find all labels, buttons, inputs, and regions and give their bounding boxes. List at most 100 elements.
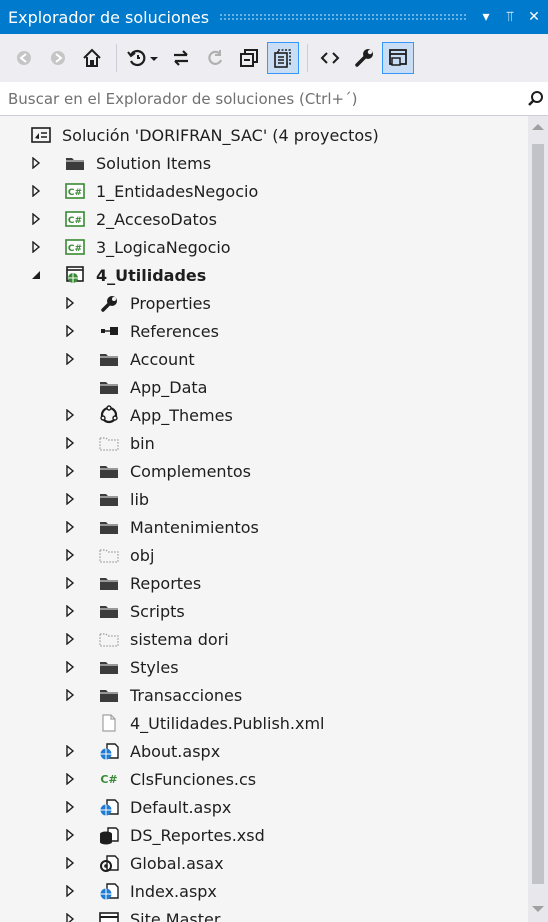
tree-item-app-data[interactable]: App_Data [62, 374, 207, 400]
back-icon [17, 51, 31, 65]
svg-text:C#: C# [68, 244, 82, 254]
tree-item-label: Reportes [130, 573, 202, 593]
tree-item-mantenimientos[interactable]: Mantenimientos [62, 514, 259, 540]
history-button[interactable] [123, 42, 163, 74]
tree-item-references[interactable]: References [62, 318, 219, 344]
tree-item-account[interactable]: Account [62, 346, 195, 372]
search-input[interactable]: Buscar en el Explorador de soluciones (C… [8, 90, 524, 108]
collapse-all-button[interactable] [233, 42, 265, 74]
tree-item-bin[interactable]: bin [62, 430, 155, 456]
tree-item-styles[interactable]: Styles [62, 654, 179, 680]
expand-arrow-icon[interactable] [62, 491, 78, 507]
expand-arrow-icon[interactable] [62, 631, 78, 647]
scrollbar-thumb[interactable] [532, 144, 544, 884]
tree-item-scripts[interactable]: Scripts [62, 598, 185, 624]
properties-button[interactable] [348, 42, 380, 74]
tree-item-solution[interactable]: Solución 'DORIFRAN_SAC' (4 proyectos) [30, 122, 379, 148]
refresh-icon [208, 50, 223, 65]
folder-icon [98, 685, 120, 705]
expand-arrow-icon[interactable] [62, 799, 78, 815]
tree-item-project-3[interactable]: C# 3_LogicaNegocio [28, 234, 231, 260]
search-bar[interactable]: Buscar en el Explorador de soluciones (C… [0, 82, 548, 116]
expand-arrow-icon[interactable] [62, 547, 78, 563]
expand-arrow-icon[interactable] [62, 575, 78, 591]
forward-icon [51, 51, 65, 65]
tree-item-project-1[interactable]: C# 1_EntidadesNegocio [28, 178, 258, 204]
back-button[interactable] [8, 42, 40, 74]
expand-arrow-icon[interactable] [62, 519, 78, 535]
tree-item-label: Solution Items [96, 153, 212, 173]
expand-arrow-icon[interactable] [62, 855, 78, 871]
tree-item-label: ClsFunciones.cs [130, 769, 257, 789]
panel-title: Explorador de soluciones [8, 7, 210, 27]
vertical-scrollbar[interactable] [528, 116, 548, 922]
tree-item-properties[interactable]: Properties [62, 290, 211, 316]
scroll-down-icon[interactable] [532, 906, 544, 912]
home-button[interactable] [76, 42, 108, 74]
tree-item-label: App_Data [130, 377, 208, 397]
tree-item-label: DS_Reportes.xsd [130, 825, 265, 845]
tree-item-global-asax[interactable]: Global.asax [62, 850, 224, 876]
svg-text:C#: C# [100, 773, 117, 786]
master-icon [98, 909, 120, 922]
tree-item-index-aspx[interactable]: Index.aspx [62, 878, 217, 904]
tree-item-default-aspx[interactable]: Default.aspx [62, 794, 231, 820]
panel-title-bar[interactable]: Explorador de soluciones ▾ ⫪ ✕ [0, 0, 548, 34]
tree-item-label: 2_AccesoDatos [96, 209, 217, 229]
tree-item-complementos[interactable]: Complementos [62, 458, 251, 484]
expand-arrow-icon[interactable] [62, 435, 78, 451]
tree-item-about-aspx[interactable]: About.aspx [62, 738, 220, 764]
expand-arrow-icon[interactable] [28, 239, 44, 255]
dropdown-arrow-icon[interactable]: ▾ [476, 9, 496, 25]
expand-arrow-icon[interactable] [62, 659, 78, 675]
expand-arrow-icon[interactable] [62, 323, 78, 339]
tree-item-site-master[interactable]: Site.Master [62, 906, 220, 922]
forward-button[interactable] [42, 42, 74, 74]
tree-item-obj[interactable]: obj [62, 542, 154, 568]
svg-text:C#: C# [68, 216, 82, 226]
view-code-button[interactable] [314, 42, 346, 74]
sync-button[interactable] [165, 42, 197, 74]
expand-arrow-icon[interactable] [62, 351, 78, 367]
tree-item-label: 3_LogicaNegocio [96, 237, 231, 257]
tree-item-clsfunciones[interactable]: C# ClsFunciones.cs [62, 766, 256, 792]
expand-arrow-icon[interactable] [62, 911, 78, 922]
collapse-arrow-icon[interactable] [28, 267, 44, 283]
refresh-button[interactable] [199, 42, 231, 74]
csharp-project-icon: C# [64, 209, 86, 229]
tree-item-reportes[interactable]: Reportes [62, 570, 201, 596]
folder-icon [98, 657, 120, 677]
close-icon[interactable]: ✕ [524, 9, 544, 25]
expand-arrow-icon[interactable] [62, 463, 78, 479]
expand-arrow-icon[interactable] [28, 155, 44, 171]
tree-item-project-4[interactable]: 4_Utilidades [28, 262, 206, 288]
tree-item-project-2[interactable]: C# 2_AccesoDatos [28, 206, 217, 232]
expand-arrow-icon[interactable] [62, 883, 78, 899]
tree-item-lib[interactable]: lib [62, 486, 149, 512]
scroll-up-icon[interactable] [532, 124, 544, 130]
tree-item-sistema-dori[interactable]: sistema dori [62, 626, 229, 652]
properties-icon [355, 49, 373, 67]
expand-arrow-icon[interactable] [62, 743, 78, 759]
search-icon[interactable] [524, 90, 548, 108]
pin-icon[interactable]: ⫪ [500, 9, 520, 25]
expand-arrow-icon[interactable] [62, 407, 78, 423]
expand-arrow-icon[interactable] [28, 211, 44, 227]
expand-arrow-icon[interactable] [62, 603, 78, 619]
tree-item-solution-items[interactable]: Solution Items [28, 150, 211, 176]
tree-item-app-themes[interactable]: App_Themes [62, 402, 233, 428]
tree-item-label: About.aspx [130, 741, 221, 761]
show-all-files-button[interactable] [267, 42, 299, 74]
tree-item-publish-xml[interactable]: 4_Utilidades.Publish.xml [62, 710, 325, 736]
expand-arrow-icon[interactable] [62, 771, 78, 787]
tree-item-ds-reportes[interactable]: DS_Reportes.xsd [62, 822, 265, 848]
drag-grip[interactable] [219, 13, 466, 21]
expand-arrow-icon[interactable] [62, 827, 78, 843]
tree-item-transacciones[interactable]: Transacciones [62, 682, 242, 708]
expand-arrow-icon[interactable] [62, 687, 78, 703]
preview-button[interactable] [382, 42, 414, 74]
tree-item-label: Mantenimientos [130, 517, 259, 537]
expand-arrow-icon[interactable] [28, 183, 44, 199]
expand-arrow-icon[interactable] [62, 295, 78, 311]
hidden-folder-icon [98, 629, 120, 649]
